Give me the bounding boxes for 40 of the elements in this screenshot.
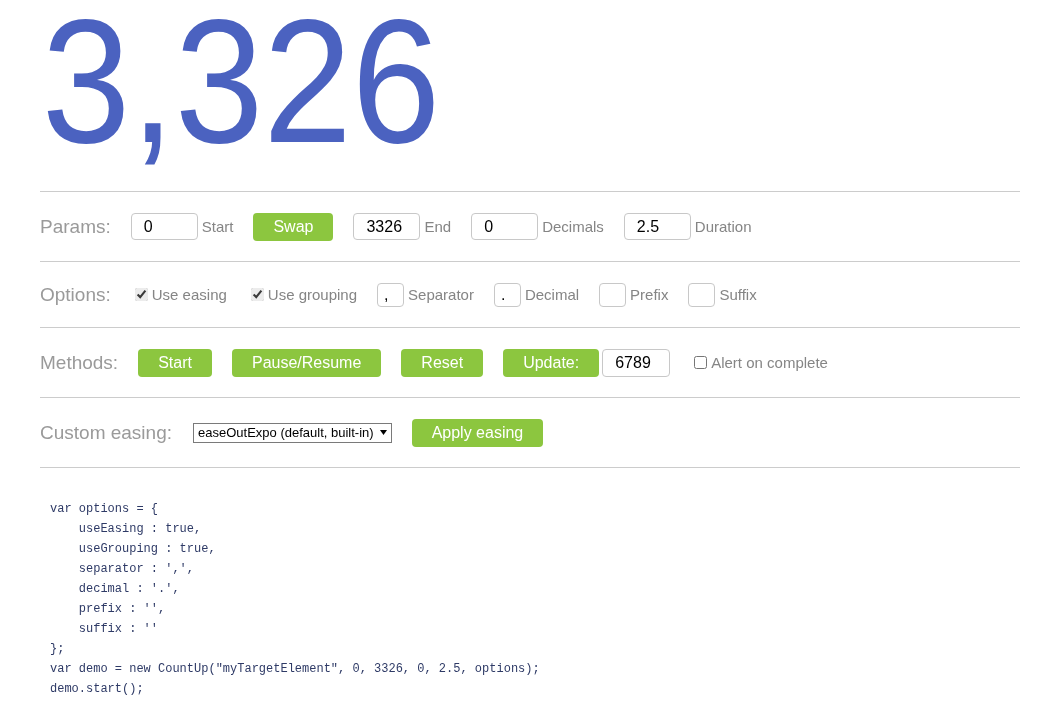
section-label: Custom easing: bbox=[40, 421, 172, 444]
input-field[interactable]: , bbox=[377, 282, 405, 307]
checkbox-label: Use easing bbox=[151, 286, 227, 303]
field-caption: Suffix bbox=[719, 286, 757, 303]
dropdown-select[interactable]: easeOutExpo (default, built-in) bbox=[193, 422, 392, 443]
counter-number: 3,326 bbox=[40, 0, 441, 166]
code-line: useGrouping : true, bbox=[77, 541, 216, 558]
input-field[interactable]: 0 bbox=[130, 213, 198, 240]
input-field[interactable]: 0 bbox=[471, 213, 539, 240]
input-field[interactable]: 3326 bbox=[353, 213, 421, 240]
code-line: var demo = new CountUp("myTargetElement", 0, 3326, 0, 2.5, options); bbox=[50, 661, 540, 678]
section-label: Methods: bbox=[40, 351, 119, 374]
checkbox-label: Use grouping bbox=[267, 286, 358, 303]
code-line: decimal : '.', bbox=[77, 581, 180, 598]
section-label: Params: bbox=[40, 215, 111, 238]
field-caption: Decimals bbox=[542, 218, 604, 235]
caret-icon bbox=[379, 430, 387, 435]
code-line: }; bbox=[50, 641, 65, 658]
field-caption: Prefix bbox=[630, 286, 669, 303]
field-caption: End bbox=[424, 218, 452, 235]
code-line: var options = { bbox=[50, 501, 159, 518]
field-caption: Duration bbox=[694, 218, 752, 235]
input-field[interactable] bbox=[599, 282, 627, 307]
code-line: suffix : '' bbox=[77, 621, 159, 638]
input-field[interactable]: 6789 bbox=[602, 348, 671, 377]
input-field[interactable]: . bbox=[493, 282, 521, 307]
section-label: Options: bbox=[40, 283, 111, 306]
checkbox[interactable] bbox=[250, 288, 264, 301]
checkbox-label: Alert on complete bbox=[711, 354, 828, 371]
code-line: useEasing : true, bbox=[77, 521, 202, 538]
field-caption: Separator bbox=[408, 286, 474, 303]
checkbox[interactable] bbox=[134, 288, 148, 301]
code-line: prefix : '', bbox=[77, 601, 166, 618]
code-line: demo.start(); bbox=[50, 681, 144, 698]
code-line: separator : ',', bbox=[77, 561, 195, 578]
checkbox[interactable] bbox=[694, 356, 708, 369]
field-caption: Start bbox=[201, 218, 234, 235]
input-field[interactable] bbox=[688, 282, 716, 307]
field-caption: Decimal bbox=[524, 286, 580, 303]
input-field[interactable]: 2.5 bbox=[623, 213, 691, 240]
